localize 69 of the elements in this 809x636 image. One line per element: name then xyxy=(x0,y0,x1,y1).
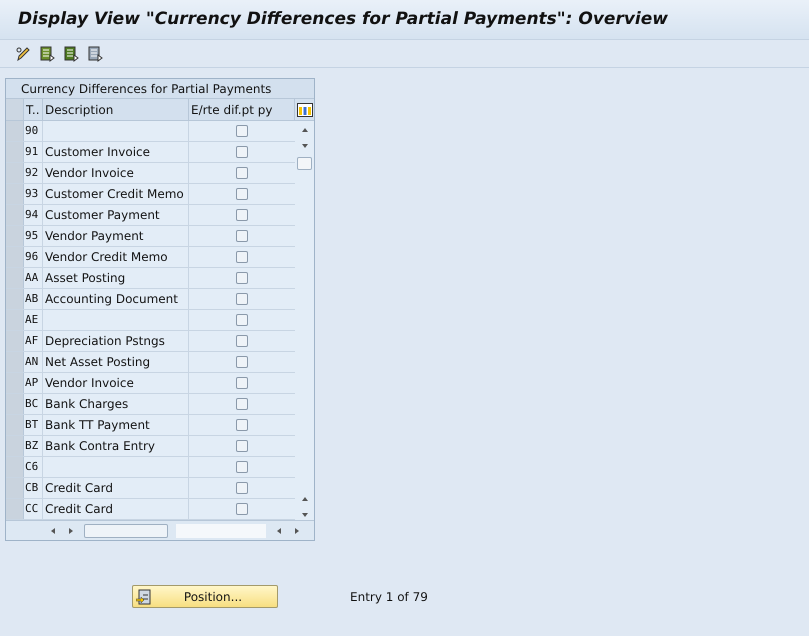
table-cell: 94 xyxy=(24,205,43,225)
checkbox[interactable] xyxy=(236,356,248,368)
table-cell: Accounting Document xyxy=(43,289,189,309)
checkbox[interactable] xyxy=(236,461,248,473)
column-settings-icon[interactable] xyxy=(296,102,312,116)
table-cell: Bank TT Payment xyxy=(43,415,189,435)
table-cell: AE xyxy=(24,310,43,330)
horizontal-scroll-thumb[interactable] xyxy=(84,524,168,538)
checkbox[interactable] xyxy=(236,440,248,452)
table-cell: 95 xyxy=(24,226,43,246)
table-cell: Asset Posting xyxy=(43,268,189,288)
position-icon xyxy=(136,588,152,604)
table-cell: 90 xyxy=(24,121,43,141)
table-cell: AF xyxy=(24,331,43,351)
table-cell: CB xyxy=(24,478,43,498)
table-cell: AP xyxy=(24,373,43,393)
table-cell: AB xyxy=(24,289,43,309)
table-cell: Vendor Credit Memo xyxy=(43,247,189,267)
table-cell: Depreciation Pstngs xyxy=(43,331,189,351)
checkbox[interactable] xyxy=(236,293,248,305)
table-cell: 93 xyxy=(24,184,43,204)
checkbox[interactable] xyxy=(236,335,248,347)
checkbox[interactable] xyxy=(236,230,248,242)
table-cell: Net Asset Posting xyxy=(43,352,189,372)
entry-count: Entry 1 of 79 xyxy=(350,588,428,606)
column-header[interactable]: T.. xyxy=(24,99,43,120)
table-cell: Bank Charges xyxy=(43,394,189,414)
table-cell: 91 xyxy=(24,142,43,162)
window-title: Display View "Currency Differences for Partial Payments": Overview xyxy=(18,8,668,31)
table-cell: BZ xyxy=(24,436,43,456)
table-cell: Customer Payment xyxy=(43,205,189,225)
pencil-glasses-icon[interactable] xyxy=(15,46,31,62)
column-header[interactable]: Description xyxy=(43,99,189,120)
table-cell: Vendor Invoice xyxy=(43,163,189,183)
table-cell: BT xyxy=(24,415,43,435)
checkbox[interactable] xyxy=(236,503,248,515)
table-cell: Credit Card xyxy=(43,478,189,498)
checkbox[interactable] xyxy=(236,146,248,158)
checkbox[interactable] xyxy=(236,188,248,200)
table-cell: Bank Contra Entry xyxy=(43,436,189,456)
table-cell: 92 xyxy=(24,163,43,183)
checkbox[interactable] xyxy=(236,482,248,494)
select-all-cell[interactable] xyxy=(6,99,24,120)
table-cell: Vendor Payment xyxy=(43,226,189,246)
table-cell: AA xyxy=(24,268,43,288)
table-cell: AN xyxy=(24,352,43,372)
checkbox[interactable] xyxy=(236,377,248,389)
checkbox[interactable] xyxy=(236,125,248,137)
checkbox[interactable] xyxy=(236,272,248,284)
checkbox[interactable] xyxy=(236,251,248,263)
table-cell: Customer Credit Memo xyxy=(43,184,189,204)
table-cell: BC xyxy=(24,394,43,414)
table-cell: 96 xyxy=(24,247,43,267)
document-arrow-icon[interactable] xyxy=(87,46,103,62)
checkbox[interactable] xyxy=(236,314,248,326)
table-cell: Vendor Invoice xyxy=(43,373,189,393)
table-cell: C6 xyxy=(24,457,43,477)
position-button[interactable]: Position... xyxy=(132,585,278,608)
checkbox[interactable] xyxy=(236,167,248,179)
table-title: Currency Differences for Partial Payments xyxy=(21,80,272,98)
table-cell: Customer Invoice xyxy=(43,142,189,162)
scroll-thumb[interactable] xyxy=(297,157,312,170)
table-cell: CC xyxy=(24,499,43,519)
checkbox[interactable] xyxy=(236,398,248,410)
document-arrow-icon[interactable] xyxy=(39,46,55,62)
table-cell: Credit Card xyxy=(43,499,189,519)
document-arrow-icon[interactable] xyxy=(63,46,79,62)
checkbox[interactable] xyxy=(236,209,248,221)
checkbox[interactable] xyxy=(236,419,248,431)
